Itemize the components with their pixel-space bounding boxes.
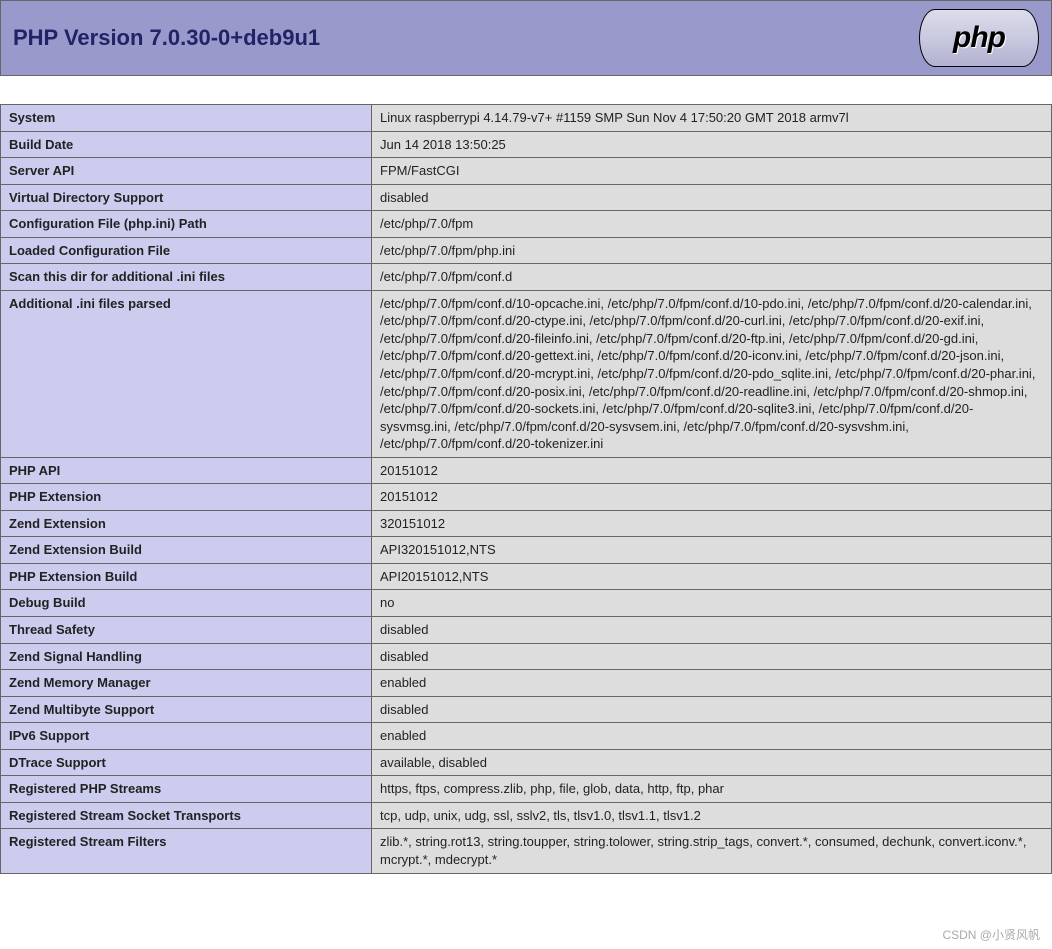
config-value: Jun 14 2018 13:50:25 [372, 131, 1052, 158]
config-value: API320151012,NTS [372, 537, 1052, 564]
table-row: IPv6 Supportenabled [1, 723, 1052, 750]
table-row: Registered Stream Socket Transportstcp, … [1, 802, 1052, 829]
config-value: disabled [372, 696, 1052, 723]
config-key: PHP Extension Build [1, 563, 372, 590]
config-key: PHP API [1, 457, 372, 484]
config-value: 320151012 [372, 510, 1052, 537]
config-value: FPM/FastCGI [372, 158, 1052, 185]
table-row: Zend Signal Handlingdisabled [1, 643, 1052, 670]
table-row: Zend Multibyte Supportdisabled [1, 696, 1052, 723]
config-key: Zend Multibyte Support [1, 696, 372, 723]
config-value: /etc/php/7.0/fpm/php.ini [372, 237, 1052, 264]
table-row: Build DateJun 14 2018 13:50:25 [1, 131, 1052, 158]
config-value: enabled [372, 723, 1052, 750]
page-title: PHP Version 7.0.30-0+deb9u1 [13, 25, 320, 51]
config-value: /etc/php/7.0/fpm/conf.d/10-opcache.ini, … [372, 290, 1052, 457]
config-key: Zend Signal Handling [1, 643, 372, 670]
config-key: Additional .ini files parsed [1, 290, 372, 457]
table-row: Registered Stream Filterszlib.*, string.… [1, 829, 1052, 873]
table-row: Thread Safetydisabled [1, 617, 1052, 644]
php-logo: php [919, 9, 1039, 67]
table-row: DTrace Supportavailable, disabled [1, 749, 1052, 776]
config-value: disabled [372, 617, 1052, 644]
table-row: Loaded Configuration File/etc/php/7.0/fp… [1, 237, 1052, 264]
table-row: Zend Extension320151012 [1, 510, 1052, 537]
table-row: Zend Memory Managerenabled [1, 670, 1052, 697]
table-row: Debug Buildno [1, 590, 1052, 617]
config-key: IPv6 Support [1, 723, 372, 750]
table-row: PHP Extension BuildAPI20151012,NTS [1, 563, 1052, 590]
config-value: Linux raspberrypi 4.14.79-v7+ #1159 SMP … [372, 105, 1052, 132]
config-key: Loaded Configuration File [1, 237, 372, 264]
config-value: /etc/php/7.0/fpm/conf.d [372, 264, 1052, 291]
config-value: disabled [372, 184, 1052, 211]
config-key: Registered Stream Filters [1, 829, 372, 873]
config-key: Virtual Directory Support [1, 184, 372, 211]
table-row: Scan this dir for additional .ini files/… [1, 264, 1052, 291]
config-key: Server API [1, 158, 372, 185]
table-row: SystemLinux raspberrypi 4.14.79-v7+ #115… [1, 105, 1052, 132]
phpinfo-table-body: SystemLinux raspberrypi 4.14.79-v7+ #115… [1, 105, 1052, 874]
watermark: CSDN @小贤风帆 [942, 926, 1040, 943]
config-key: Build Date [1, 131, 372, 158]
table-row: Registered PHP Streamshttps, ftps, compr… [1, 776, 1052, 803]
table-row: PHP API20151012 [1, 457, 1052, 484]
config-key: System [1, 105, 372, 132]
config-key: Scan this dir for additional .ini files [1, 264, 372, 291]
config-key: Thread Safety [1, 617, 372, 644]
config-key: Debug Build [1, 590, 372, 617]
config-value: no [372, 590, 1052, 617]
table-row: Virtual Directory Supportdisabled [1, 184, 1052, 211]
php-logo-text: php [953, 21, 1005, 55]
config-key: Zend Extension [1, 510, 372, 537]
phpinfo-header: PHP Version 7.0.30-0+deb9u1 php [0, 0, 1052, 76]
config-key: Registered Stream Socket Transports [1, 802, 372, 829]
config-value: /etc/php/7.0/fpm [372, 211, 1052, 238]
config-key: Registered PHP Streams [1, 776, 372, 803]
config-key: Configuration File (php.ini) Path [1, 211, 372, 238]
config-value: available, disabled [372, 749, 1052, 776]
config-value: tcp, udp, unix, udg, ssl, sslv2, tls, tl… [372, 802, 1052, 829]
config-key: Zend Memory Manager [1, 670, 372, 697]
config-value: 20151012 [372, 457, 1052, 484]
phpinfo-table: SystemLinux raspberrypi 4.14.79-v7+ #115… [0, 104, 1052, 874]
table-row: PHP Extension20151012 [1, 484, 1052, 511]
config-key: PHP Extension [1, 484, 372, 511]
config-value: enabled [372, 670, 1052, 697]
config-key: Zend Extension Build [1, 537, 372, 564]
header-spacer [0, 76, 1052, 104]
config-value: 20151012 [372, 484, 1052, 511]
config-value: zlib.*, string.rot13, string.toupper, st… [372, 829, 1052, 873]
config-key: DTrace Support [1, 749, 372, 776]
table-row: Zend Extension BuildAPI320151012,NTS [1, 537, 1052, 564]
config-value: https, ftps, compress.zlib, php, file, g… [372, 776, 1052, 803]
config-value: API20151012,NTS [372, 563, 1052, 590]
table-row: Configuration File (php.ini) Path/etc/ph… [1, 211, 1052, 238]
table-row: Server APIFPM/FastCGI [1, 158, 1052, 185]
table-row: Additional .ini files parsed/etc/php/7.0… [1, 290, 1052, 457]
config-value: disabled [372, 643, 1052, 670]
